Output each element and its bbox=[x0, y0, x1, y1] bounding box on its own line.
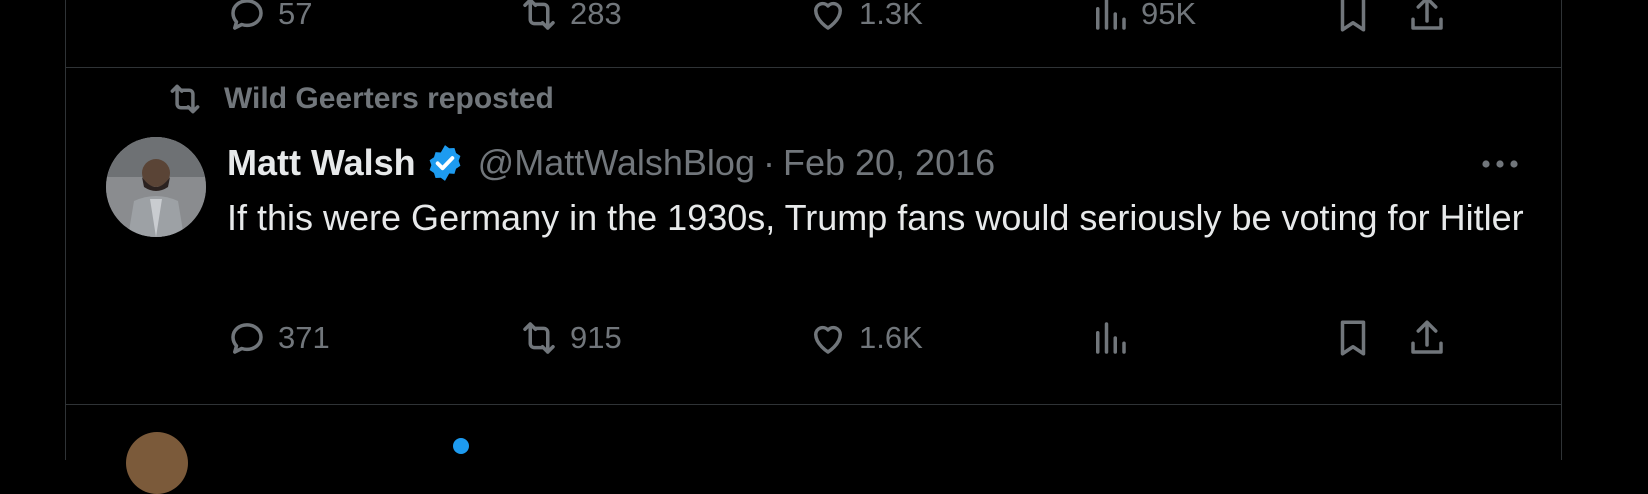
repost-arrows-icon bbox=[523, 0, 555, 30]
views-button[interactable] bbox=[1089, 314, 1141, 362]
share-icon bbox=[1411, 0, 1443, 30]
tweet-actions: 371 915 1.6K bbox=[66, 314, 1561, 362]
repost-label: Wild Geerters reposted bbox=[224, 82, 554, 115]
author-handle[interactable]: @MattWalshBlog bbox=[478, 142, 755, 184]
reply-count: 57 bbox=[278, 0, 313, 31]
like-count: 1.6K bbox=[859, 320, 923, 355]
tweet-divider bbox=[66, 67, 1561, 68]
repost-button[interactable]: 283 bbox=[518, 0, 622, 38]
bar-chart-icon bbox=[1096, 322, 1126, 354]
tweet-date[interactable]: Feb 20, 2016 bbox=[783, 142, 995, 184]
verified-badge-icon bbox=[429, 145, 461, 181]
heart-icon bbox=[814, 325, 842, 354]
views-button[interactable]: 95K bbox=[1089, 0, 1196, 38]
bar-chart-icon bbox=[1096, 0, 1126, 30]
bookmark-button[interactable] bbox=[1332, 0, 1374, 38]
share-icon bbox=[1411, 320, 1443, 354]
separator-dot: · bbox=[762, 142, 775, 183]
share-button[interactable] bbox=[1406, 314, 1448, 362]
author-name[interactable]: Matt Walsh bbox=[227, 142, 416, 184]
repost-arrows-icon bbox=[170, 84, 200, 114]
speech-bubble-icon bbox=[231, 323, 263, 354]
timeline-column: 57 283 1.3K 95K Wild Geerters reposted M… bbox=[65, 0, 1562, 494]
tweet-text: If this were Germany in the 1930s, Trump… bbox=[227, 197, 1524, 238]
like-button[interactable]: 1.6K bbox=[807, 314, 923, 362]
like-button[interactable]: 1.3K bbox=[807, 0, 923, 38]
bookmark-icon bbox=[1340, 0, 1366, 32]
bookmark-icon bbox=[1340, 320, 1366, 356]
prev-tweet-actions: 57 283 1.3K 95K bbox=[66, 0, 1561, 38]
more-button[interactable] bbox=[1479, 146, 1521, 182]
repost-count: 915 bbox=[570, 320, 622, 355]
bookmark-button[interactable] bbox=[1332, 314, 1374, 362]
reply-button[interactable]: 57 bbox=[226, 0, 312, 38]
speech-bubble-icon bbox=[231, 0, 263, 30]
more-dots-icon bbox=[1482, 160, 1518, 168]
share-button[interactable] bbox=[1406, 0, 1448, 38]
tweet-divider bbox=[66, 404, 1561, 405]
repost-indicator[interactable]: Wild Geerters reposted bbox=[166, 79, 554, 119]
repost-count: 283 bbox=[570, 0, 622, 31]
next-tweet-avatar[interactable] bbox=[126, 432, 188, 494]
reply-count: 371 bbox=[278, 320, 330, 355]
repost-button[interactable]: 915 bbox=[518, 314, 622, 362]
views-count: 95K bbox=[1141, 0, 1197, 31]
reply-button[interactable]: 371 bbox=[226, 314, 330, 362]
repost-arrows-icon bbox=[523, 322, 555, 354]
tweet-header: Matt Walsh @MattWalshBlog · Feb 20, 2016 bbox=[227, 138, 995, 188]
like-count: 1.3K bbox=[859, 0, 923, 31]
verified-badge-icon bbox=[453, 438, 469, 454]
heart-icon bbox=[814, 1, 842, 30]
avatar[interactable] bbox=[106, 137, 206, 237]
